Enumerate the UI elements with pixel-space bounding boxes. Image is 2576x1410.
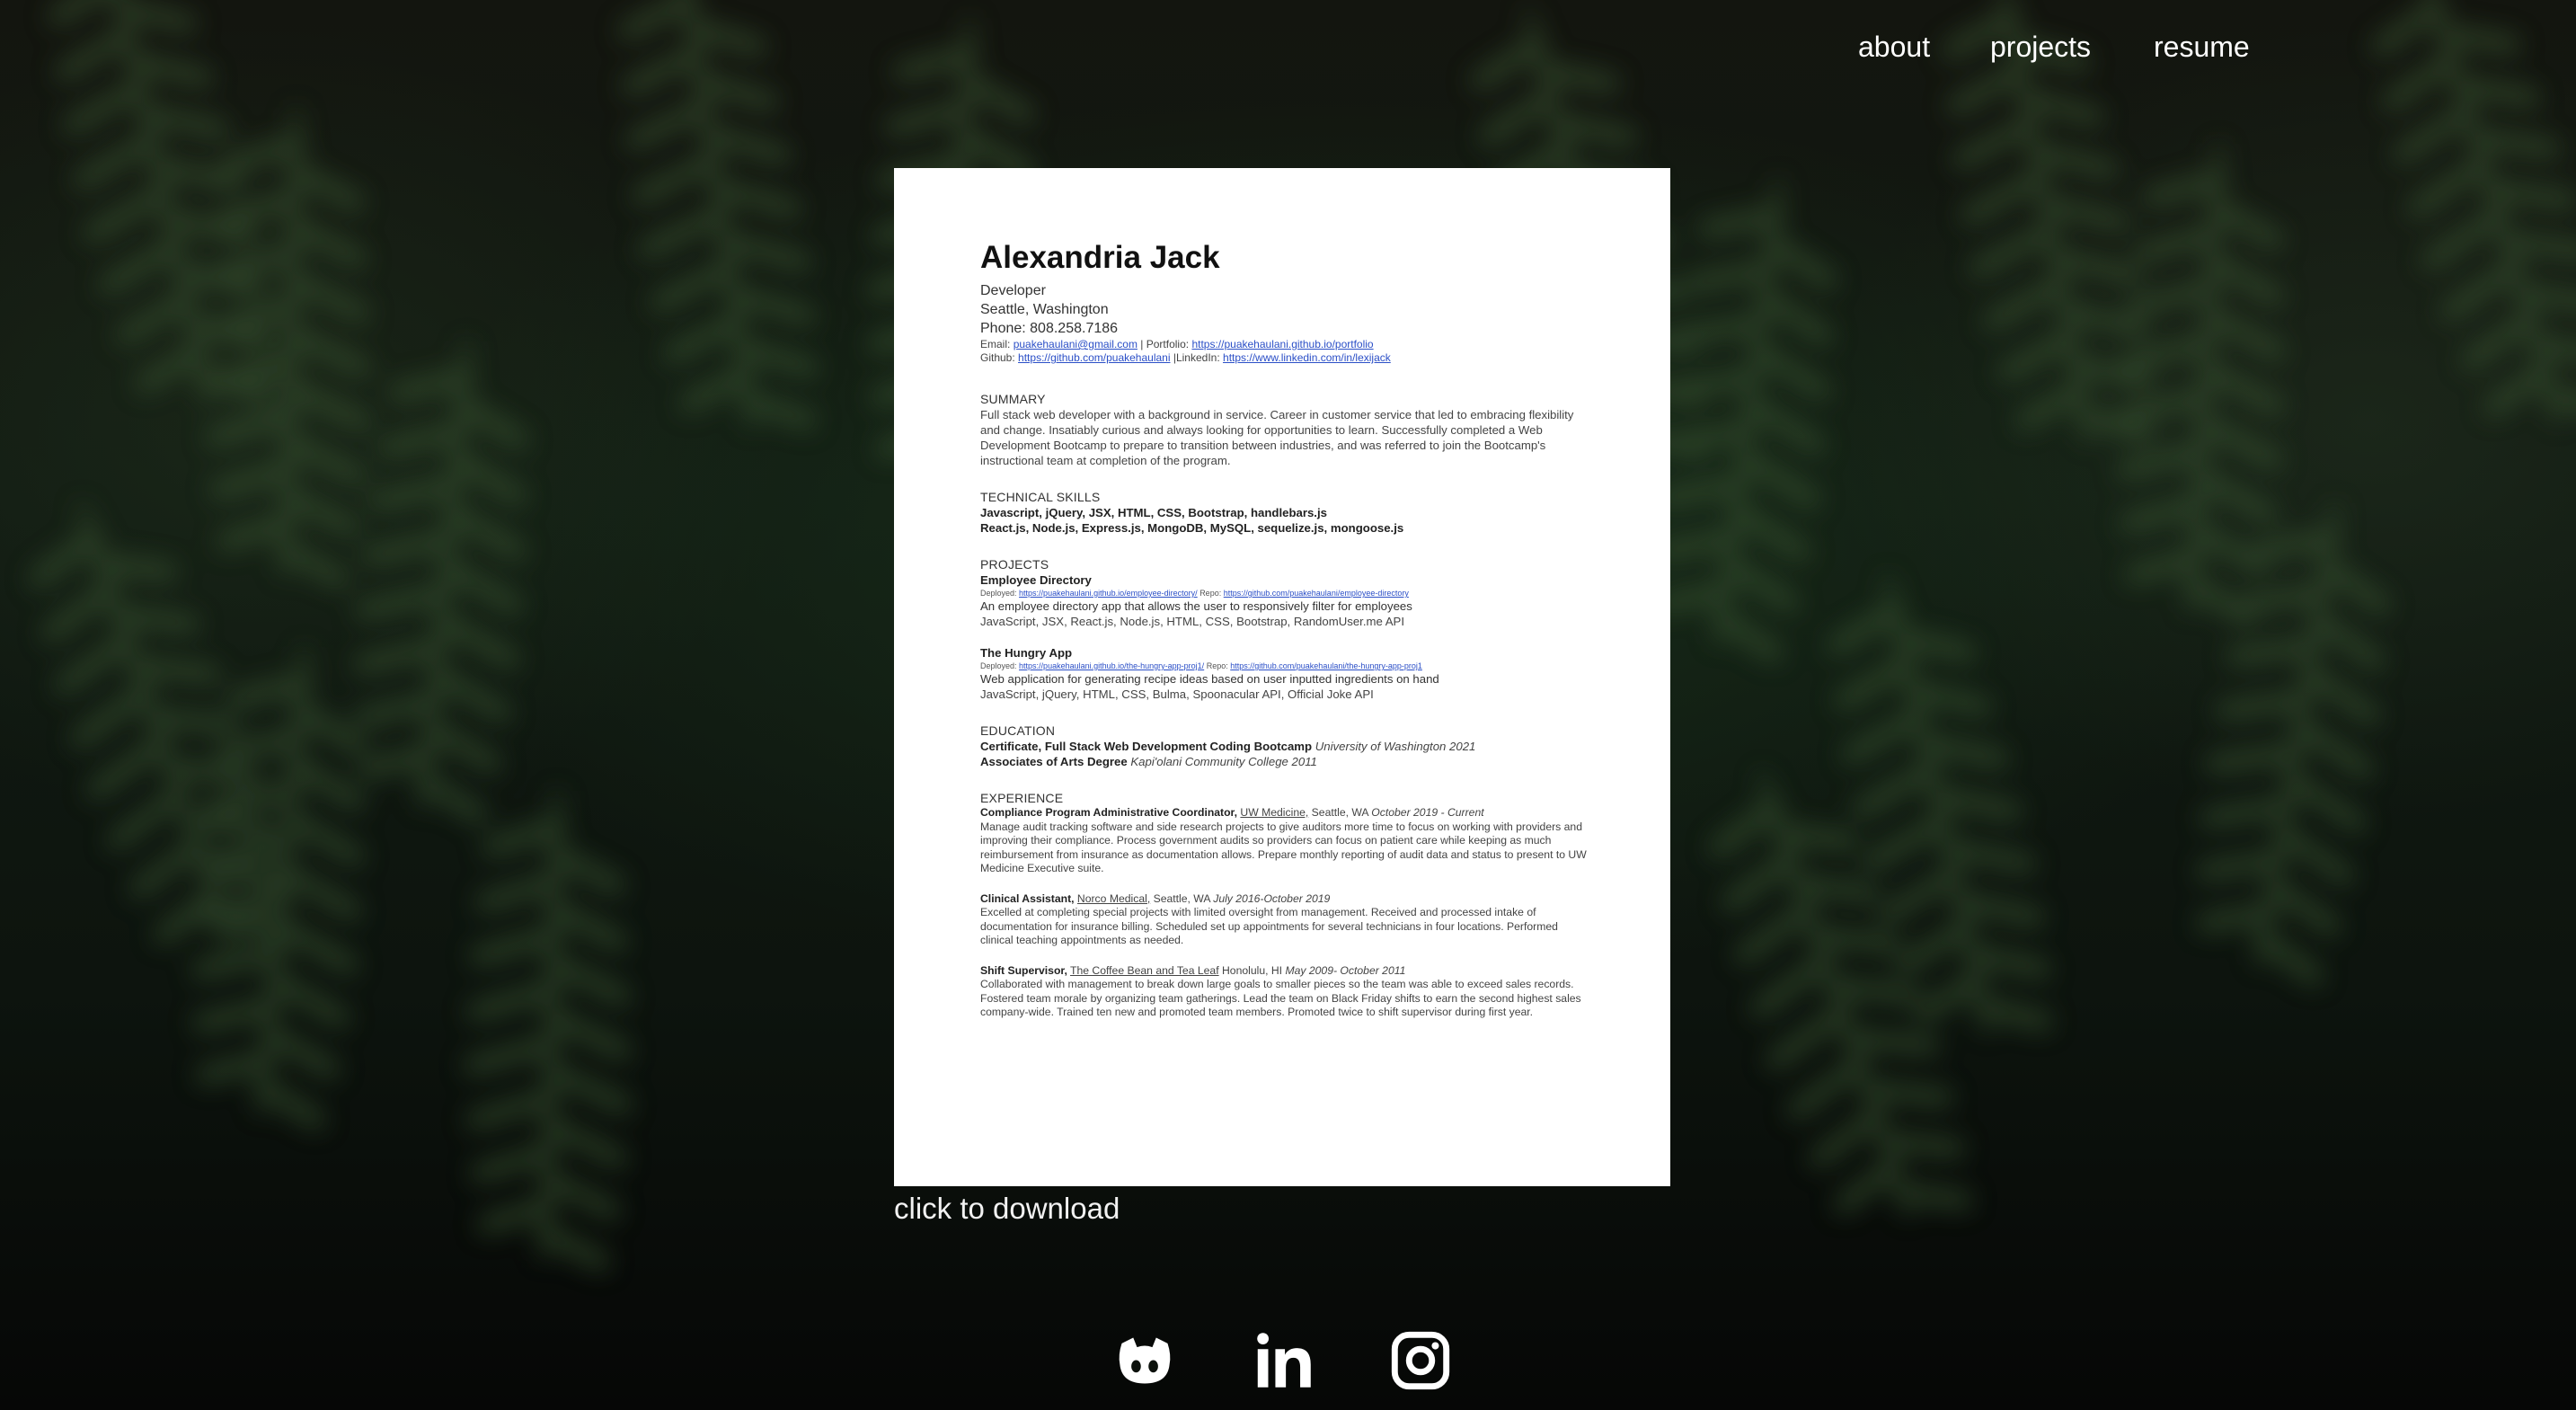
summary-heading: SUMMARY — [980, 392, 1046, 406]
project-name: The Hungry App — [980, 646, 1073, 660]
github-label: Github: — [980, 351, 1015, 364]
summary-text: Full stack web developer with a backgrou… — [980, 408, 1574, 467]
project-desc: Web application for generating recipe id… — [980, 672, 1439, 686]
top-nav: about projects resume — [0, 25, 2576, 70]
resume-portfolio: https://puakehaulani.github.io/portfolio — [1191, 338, 1374, 350]
nav-link-projects[interactable]: projects — [1990, 25, 2091, 68]
experience-heading: EXPERIENCE — [980, 791, 1064, 805]
project-links: Deployed: https://puakehaulani.github.io… — [980, 589, 1409, 598]
project-entry: Employee Directory Deployed: https://pua… — [980, 572, 1589, 629]
nav-link-resume[interactable]: resume — [2154, 25, 2250, 68]
resume-phone: Phone: 808.258.7186 — [980, 321, 1119, 336]
resume-github: https://github.com/puakehaulani — [1018, 351, 1171, 364]
job-entry: Compliance Program Administrative Coordi… — [980, 806, 1587, 874]
skills-heading: TECHNICAL SKILLS — [980, 490, 1101, 504]
project-desc: An employee directory app that allows th… — [980, 599, 1412, 613]
job-entry: Shift Supervisor, The Coffee Bean and Te… — [980, 963, 1581, 1019]
instagram-link[interactable] — [1390, 1330, 1451, 1391]
instagram-icon — [1391, 1331, 1450, 1390]
resume-linkedin: https://www.linkedin.com/in/lexijack — [1223, 351, 1391, 364]
skills-line-2: React.js, Node.js, Express.js, MongoDB, … — [980, 521, 1404, 535]
linkedin-label: |LinkedIn: — [1173, 351, 1220, 364]
social-links — [0, 1330, 2576, 1402]
education-item: Certificate, Full Stack Web Development … — [980, 740, 1476, 753]
github-icon — [1119, 1337, 1171, 1384]
resume-email: puakehaulani@gmail.com — [1013, 338, 1138, 350]
project-links: Deployed: https://puakehaulani.github.io… — [980, 661, 1422, 670]
skills-line-1: Javascript, jQuery, JSX, HTML, CSS, Boot… — [980, 506, 1327, 519]
linkedin-icon — [1257, 1333, 1311, 1388]
resume-location: Seattle, Washington — [980, 302, 1109, 317]
resume-contact-line-1: Email: puakehaulani@gmail.com | Portfoli… — [980, 338, 1589, 351]
project-tech: JavaScript, jQuery, HTML, CSS, Bulma, Sp… — [980, 687, 1374, 701]
resume-name: Alexandria Jack — [980, 240, 1220, 275]
github-link[interactable] — [1114, 1330, 1175, 1391]
resume-download-link[interactable]: Alexandria Jack Developer Seattle, Washi… — [894, 168, 1670, 1186]
job-entry: Clinical Assistant, Norco Medical, Seatt… — [980, 891, 1558, 947]
education-heading: EDUCATION — [980, 723, 1056, 738]
linkedin-link[interactable] — [1253, 1330, 1315, 1391]
resume-title: Developer — [980, 283, 1046, 298]
projects-heading: PROJECTS — [980, 557, 1049, 572]
education-item: Associates of Arts Degree Kapi'olani Com… — [980, 755, 1317, 768]
project-tech: JavaScript, JSX, React.js, Node.js, HTML… — [980, 615, 1404, 628]
email-label: Email: — [980, 338, 1011, 350]
download-caption: click to download — [894, 1192, 1120, 1225]
portfolio-label: | Portfolio: — [1140, 338, 1190, 350]
resume-preview: Alexandria Jack Developer Seattle, Washi… — [894, 168, 1670, 1186]
resume-contact-line-2: Github: https://github.com/puakehaulani … — [980, 351, 1589, 365]
project-entry: The Hungry App Deployed: https://puakeha… — [980, 645, 1589, 702]
project-name: Employee Directory — [980, 573, 1092, 587]
nav-link-about[interactable]: about — [1858, 25, 1930, 68]
